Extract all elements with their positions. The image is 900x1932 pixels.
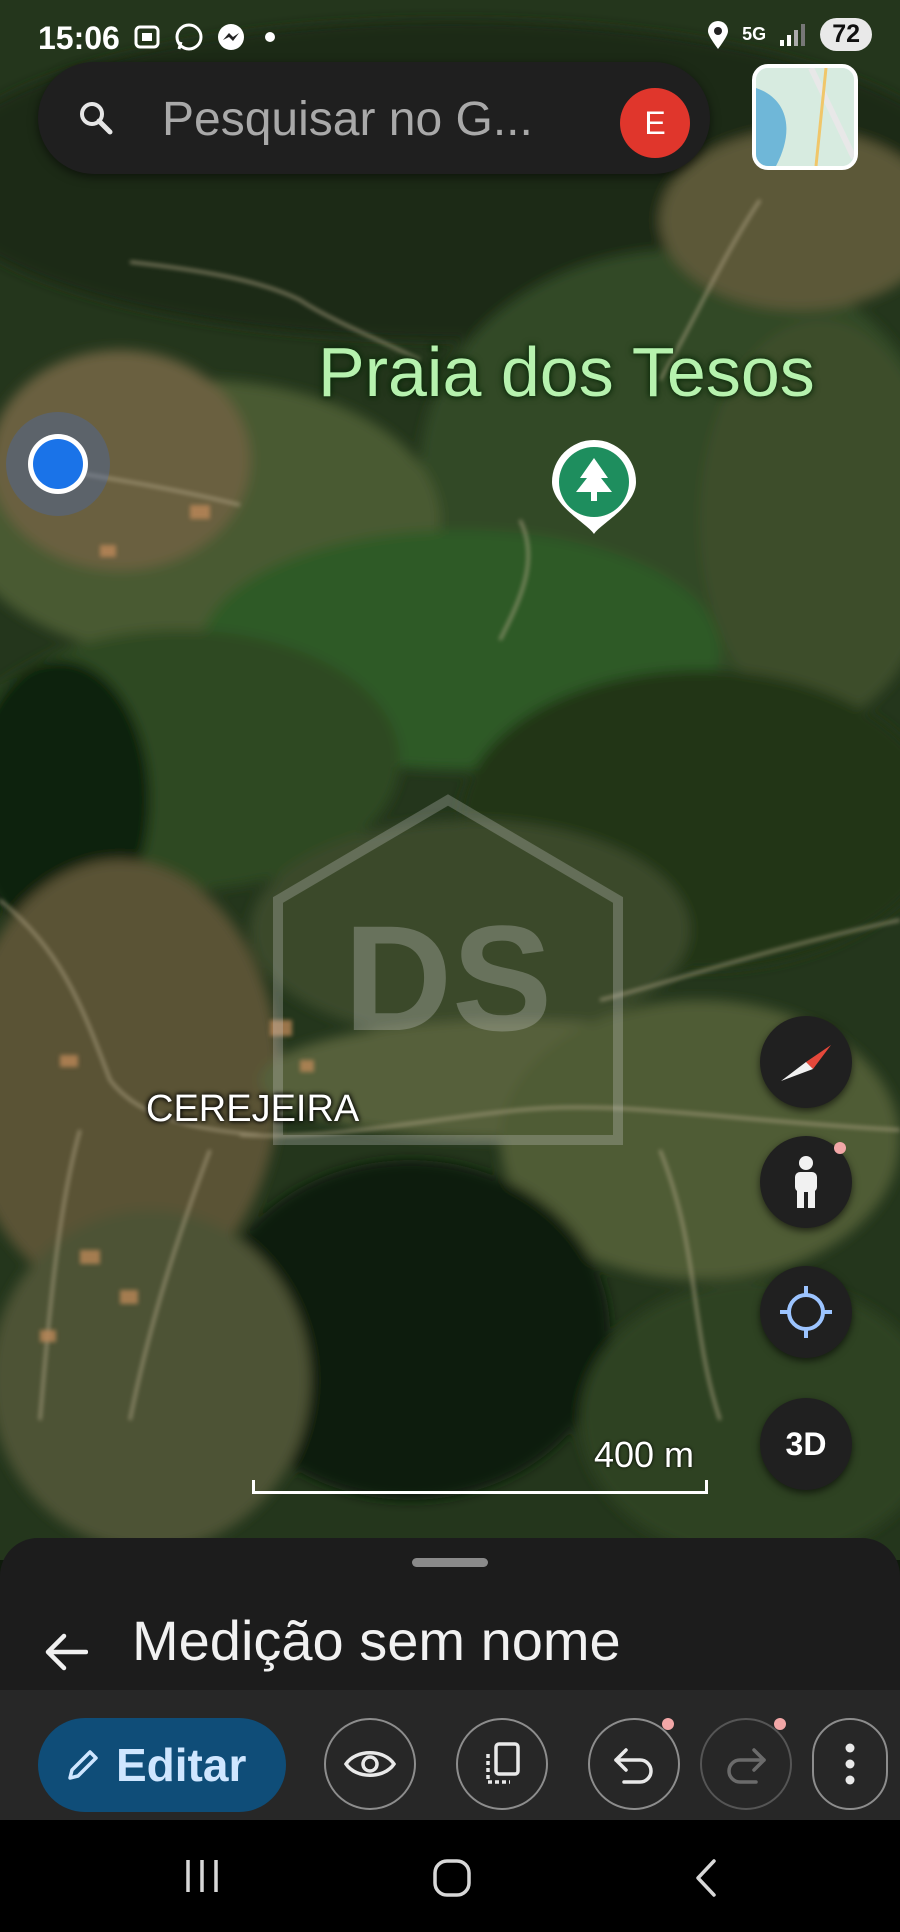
copy-button[interactable] — [456, 1718, 548, 1810]
undo-icon — [614, 1748, 653, 1784]
undo-dot — [662, 1718, 674, 1730]
location-status-icon — [708, 20, 729, 49]
notification-dot — [834, 1142, 846, 1154]
copy-icon — [486, 1742, 520, 1784]
messenger-icon — [216, 22, 246, 52]
search-bar[interactable]: Pesquisar no G... E — [38, 62, 710, 174]
battery-indicator: 72 — [820, 18, 872, 51]
redo-dot — [774, 1718, 786, 1730]
place-pin[interactable] — [548, 440, 640, 536]
3d-toggle-button[interactable]: 3D — [760, 1398, 852, 1490]
map-layers-button[interactable] — [752, 64, 858, 170]
search-input[interactable]: Pesquisar no G... — [162, 92, 533, 147]
home-icon[interactable] — [432, 1858, 472, 1898]
place-label[interactable]: Praia dos Tesos — [318, 332, 815, 412]
avatar[interactable]: E — [620, 88, 690, 158]
3d-label: 3D — [785, 1425, 827, 1462]
edit-label: Editar — [116, 1739, 247, 1791]
redo-icon — [727, 1748, 766, 1784]
whatsapp-icon — [174, 22, 204, 52]
signal-icon — [780, 23, 806, 46]
my-location-button[interactable] — [760, 1266, 852, 1358]
recent-apps-icon[interactable] — [182, 1858, 222, 1894]
street-view-button[interactable] — [760, 1136, 852, 1228]
edit-button[interactable]: Editar — [38, 1718, 286, 1812]
measurement-title: Medição sem nome — [132, 1609, 621, 1672]
scale-bar: 400 m — [252, 1430, 712, 1500]
back-icon[interactable] — [690, 1858, 720, 1898]
town-label: CEREJEIRA — [146, 1088, 360, 1130]
screenshot-icon — [132, 22, 162, 52]
compass-button[interactable] — [760, 1016, 852, 1108]
compass-icon — [781, 1045, 831, 1081]
scale-ruler — [252, 1480, 708, 1494]
visibility-button[interactable] — [324, 1718, 416, 1810]
eye-icon — [344, 1751, 396, 1777]
undo-button[interactable] — [588, 1718, 680, 1810]
current-location-dot — [6, 412, 110, 516]
redo-button[interactable] — [700, 1718, 792, 1810]
more-vert-icon — [845, 1743, 855, 1785]
pegman-icon — [795, 1156, 817, 1208]
system-navigation-bar — [0, 1820, 900, 1932]
crosshair-icon — [780, 1286, 832, 1338]
notification-dot-icon — [258, 22, 288, 52]
svg-text:DS: DS — [344, 894, 552, 1062]
scale-label: 400 m — [593, 1434, 694, 1475]
back-arrow-icon[interactable] — [44, 1632, 88, 1672]
more-options-button[interactable] — [812, 1718, 888, 1810]
map-layers-icon — [756, 68, 854, 166]
pencil-icon — [68, 1750, 98, 1780]
measurement-toolbar: Editar — [0, 1690, 900, 1820]
status-time: 15:06 — [38, 20, 120, 56]
search-icon[interactable] — [78, 100, 114, 136]
network-label: 5G — [742, 24, 767, 44]
sheet-drag-handle[interactable] — [412, 1558, 488, 1567]
